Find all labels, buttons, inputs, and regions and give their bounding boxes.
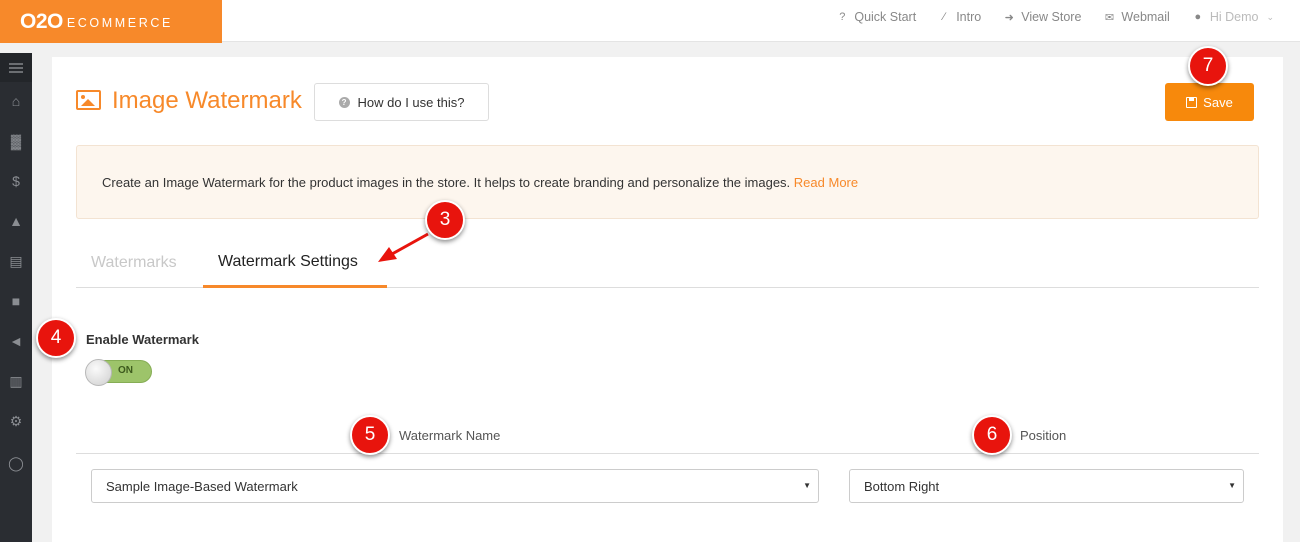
page-title: Image Watermark — [112, 87, 302, 114]
chevron-down-icon: ⌄ — [1266, 11, 1274, 22]
enable-watermark-toggle[interactable]: ON — [85, 359, 152, 386]
nav-intro-label: Intro — [956, 10, 982, 24]
cart-icon[interactable]: ▓ — [0, 131, 32, 151]
active-tab-indicator — [203, 285, 387, 288]
envelope-icon: ✉ — [1104, 11, 1115, 24]
nav-quick-start[interactable]: ? Quick Start — [836, 10, 916, 24]
nav-user-menu[interactable]: ● Hi Demo ⌄ — [1192, 10, 1275, 24]
toggle-state: ON — [118, 365, 133, 376]
help-button[interactable]: ? How do I use this? — [314, 83, 489, 121]
logo-o2o: O2O — [20, 9, 63, 33]
callout-marker-4: 4 — [36, 318, 76, 358]
thumbs-up-icon[interactable]: ■ — [0, 291, 32, 311]
nav-view-store-label: View Store — [1021, 10, 1082, 24]
top-nav: ? Quick Start ∕ Intro ➜ View Store ✉ Web… — [836, 0, 1274, 34]
menu-toggle[interactable] — [0, 53, 32, 82]
save-button-label: Save — [1203, 94, 1233, 110]
menu-icon — [9, 62, 23, 73]
user-icon: ● — [1194, 11, 1202, 23]
nav-webmail-label: Webmail — [1121, 10, 1170, 24]
callout-marker-6: 6 — [972, 415, 1012, 455]
enable-watermark-label: Enable Watermark — [86, 332, 199, 347]
home-icon[interactable]: ⌂ — [0, 91, 32, 111]
watermark-name-select[interactable]: Sample Image-Based Watermark ▼ — [91, 469, 819, 503]
position-label: Position — [1020, 428, 1067, 443]
nav-user-label: Hi Demo — [1209, 10, 1259, 24]
cogs-icon[interactable]: ⚙ — [0, 411, 32, 431]
megaphone-icon[interactable]: ◄ — [0, 331, 32, 351]
position-select[interactable]: Bottom Right ▼ — [849, 469, 1244, 503]
callout-marker-7: 7 — [1188, 46, 1228, 86]
watermark-name-value: Sample Image-Based Watermark — [106, 478, 298, 494]
save-button[interactable]: Save — [1165, 83, 1254, 121]
callout-marker-5: 5 — [350, 415, 390, 455]
caret-down-icon: ▼ — [803, 481, 811, 490]
question-icon: ? — [839, 11, 846, 23]
user-icon[interactable]: ▲ — [0, 211, 32, 231]
bar-chart-icon[interactable]: ▥ — [0, 371, 32, 391]
help-button-label: How do I use this? — [357, 94, 465, 110]
callout-marker-3: 3 — [425, 200, 465, 240]
question-icon: ? — [338, 96, 350, 108]
image-icon — [76, 90, 101, 110]
tab-watermark-settings[interactable]: Watermark Settings — [218, 253, 358, 271]
nav-intro[interactable]: ∕ Intro — [938, 10, 981, 24]
info-description: Create an Image Watermark for the produc… — [102, 175, 791, 190]
top-bar: O2O ECOMMERCE ? Quick Start ∕ Intro ➜ Vi… — [0, 0, 1300, 43]
tab-watermarks[interactable]: Watermarks — [91, 254, 177, 272]
caret-down-icon: ▼ — [1228, 481, 1236, 490]
nav-quick-start-label: Quick Start — [854, 10, 917, 24]
nav-view-store[interactable]: ➜ View Store — [1003, 10, 1082, 24]
chat-icon[interactable]: ◯ — [0, 453, 32, 473]
info-text: Create an Image Watermark for the produc… — [102, 175, 858, 190]
toggle-knob — [85, 359, 112, 386]
read-more-link[interactable]: Read More — [794, 175, 858, 190]
fields-divider — [76, 453, 1259, 454]
position-value: Bottom Right — [864, 478, 940, 494]
magic-wand-icon: ∕ — [943, 11, 946, 23]
dollar-icon[interactable]: $ — [0, 171, 32, 191]
nav-webmail[interactable]: ✉ Webmail — [1103, 10, 1170, 24]
watermark-name-label: Watermark Name — [399, 428, 501, 443]
book-icon[interactable]: ▤ — [0, 251, 32, 271]
floppy-disk-icon — [1186, 96, 1198, 108]
logo-ecommerce: ECOMMERCE — [66, 15, 173, 30]
sign-in-icon: ➜ — [1004, 11, 1014, 24]
logo[interactable]: O2O ECOMMERCE — [0, 0, 222, 43]
sidebar: ⌂ ▓ $ ▲ ▤ ■ ◄ ▥ ⚙ ◯ — [0, 53, 32, 542]
